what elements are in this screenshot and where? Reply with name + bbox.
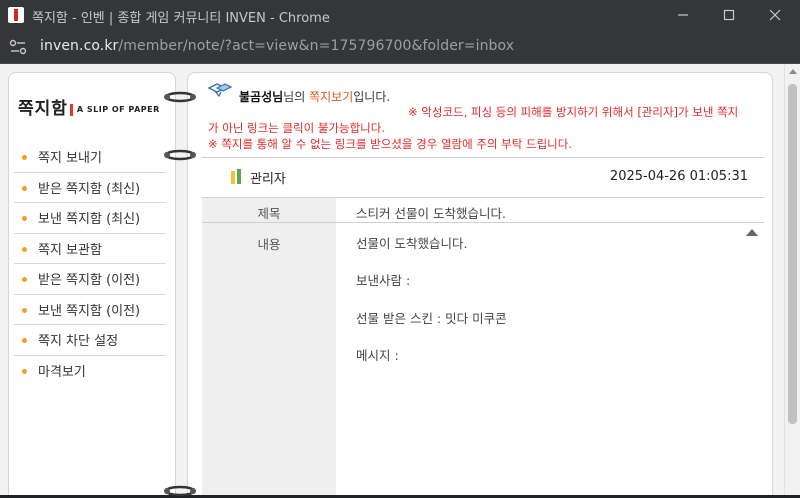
sidebar-item-label: 쪽지 보내기 [38, 151, 102, 167]
title-highlight: 쪽지보기 [309, 90, 354, 104]
body-line: 선물이 도착했습니다. [356, 236, 468, 251]
window-title: 쪽지함 - 인벤 | 종합 게임 커뮤니티 INVEN - Chrome [32, 11, 330, 26]
logo-korean: 쪽지함 [18, 99, 68, 119]
sender-row: 관리자 2025-04-26 01:05:31 [228, 166, 748, 190]
logo-english: A SLIP OF PAPER [76, 105, 160, 114]
sidebar-item-sent-latest[interactable]: 보낸 쪽지함 (최신) [14, 203, 166, 234]
title-bar: 쪽지함 - 인벤 | 종합 게임 커뮤니티 INVEN - Chrome [0, 0, 800, 30]
note-logo: 쪽지함 A SLIP OF PAPER [18, 94, 160, 119]
warning-text-2: ※ 쪽지를 통해 알 수 없는 링크를 받으셨을 경우 열람에 주의 부탁 드립… [208, 137, 572, 151]
bullet-icon [22, 246, 27, 252]
title-end: 입니다. [353, 90, 391, 104]
sidebar-item-label: 쪽지 차단 설정 [38, 334, 119, 350]
bullet-icon [22, 216, 27, 221]
sidebar-item-archive[interactable]: 쪽지 보관함 [14, 234, 166, 264]
binder-ring-icon [164, 149, 196, 161]
minimize-icon [678, 14, 688, 16]
page-scrollbar[interactable] [784, 64, 800, 495]
site-info-icon[interactable] [9, 39, 27, 55]
content-label: 내용 [257, 237, 281, 252]
minimize-button[interactable] [660, 0, 706, 30]
sidebar-item-send[interactable]: 쪽지 보내기 [14, 142, 166, 173]
binder-ring-icon [164, 91, 196, 103]
sidebar-item-inbox-old[interactable]: 받은 쪽지함 (이전) [14, 264, 166, 295]
body-line: 메시지 : [356, 348, 399, 363]
sidebar-item-label: 보낸 쪽지함 (최신) [38, 212, 141, 228]
body-line: 선물 받은 스킨 : 밋다 미쿠콘 [356, 311, 507, 326]
sidebar-item-label: 쪽지 보관함 [38, 242, 102, 258]
message-title: 불곰성님님의 쪽지보기입니다. [239, 88, 390, 105]
bullet-icon [22, 338, 27, 343]
sidebar-item-label: 마격보기 [38, 365, 86, 381]
bullet-icon [22, 307, 27, 313]
scroll-up-arrow-icon[interactable] [789, 69, 797, 74]
sidebar-item-label: 보낸 쪽지함 (이전) [38, 303, 141, 319]
close-icon [769, 9, 781, 21]
browser-window: 쪽지함 - 인벤 | 종합 게임 커뮤니티 INVEN - Chrome inv… [0, 0, 800, 497]
subject-value: 스티커 선물이 도착했습니다. [356, 206, 506, 221]
sidebar-item-inbox-latest[interactable]: 받은 쪽지함 (최신) [14, 173, 166, 203]
sidebar-menu: 쪽지 보내기 받은 쪽지함 (최신) 보낸 쪽지함 (최신) 쪽지 보관함 받은… [14, 142, 166, 386]
header-divider [202, 157, 764, 158]
address-bar[interactable]: inven.co.kr/member/note/?act=view&n=1757… [0, 30, 800, 64]
inven-favicon-icon [8, 7, 24, 23]
content-scroll-up-icon[interactable] [746, 229, 758, 236]
binder-ring-icon [164, 485, 196, 497]
recipient-name: 불곰성님 [239, 90, 284, 104]
bullet-icon [22, 185, 27, 191]
message-date: 2025-04-26 01:05:31 [609, 169, 748, 184]
sidebar-item-view[interactable]: 마격보기 [14, 356, 166, 387]
warning-text-1a: ※ 악성코드, 피싱 등의 피해를 방지하기 위해서 [관리자]가 보낸 쪽지 [408, 105, 739, 119]
table-top-border [202, 197, 764, 198]
close-button[interactable] [752, 0, 798, 30]
scrollbar-thumb[interactable] [788, 84, 797, 424]
body-line: 보낸사람 : [356, 273, 411, 288]
bullet-icon [22, 277, 27, 282]
bullet-icon [22, 368, 27, 374]
url-text[interactable]: inven.co.kr/member/note/?act=view&n=1757… [40, 38, 514, 54]
url-host: inven.co.kr [40, 38, 119, 54]
letter-icon [207, 83, 233, 98]
maximize-button[interactable] [706, 0, 752, 30]
sender-name: 관리자 [250, 172, 286, 187]
subject-label: 제목 [257, 206, 281, 221]
sidebar-item-label: 받은 쪽지함 (이전) [38, 273, 141, 289]
admin-icon [231, 169, 241, 184]
sidebar-item-block-settings[interactable]: 쪽지 차단 설정 [14, 325, 166, 356]
maximize-icon [723, 9, 735, 21]
url-path: /member/note/?act=view&n=175796700&folde… [118, 38, 515, 54]
table-row-divider [202, 222, 764, 223]
bullet-icon [22, 155, 27, 160]
warning-text-1b: 가 아닌 링크는 클릭이 불가능합니다. [208, 121, 385, 135]
logo-divider [69, 103, 73, 116]
sidebar-item-sent-old[interactable]: 보낸 쪽지함 (이전) [14, 295, 166, 325]
sidebar-item-label: 받은 쪽지함 (최신) [38, 181, 141, 197]
title-mid: 님의 [283, 90, 310, 104]
